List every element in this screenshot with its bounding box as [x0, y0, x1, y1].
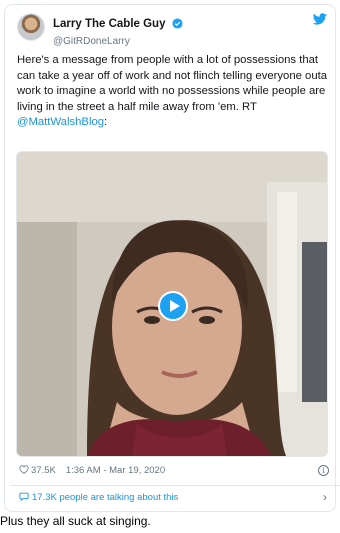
avatar[interactable]: [17, 13, 45, 41]
display-name[interactable]: Larry The Cable Guy: [53, 18, 165, 30]
talking-count: 17.3K people are talking about this: [32, 492, 179, 503]
conversation-link[interactable]: 17.3K people are talking about this ›: [19, 490, 329, 508]
info-icon[interactable]: i: [318, 465, 329, 476]
mention-link[interactable]: @MattWalshBlog: [17, 116, 104, 128]
tweet-text: Here's a message from people with a lot …: [17, 53, 333, 131]
play-icon[interactable]: [158, 291, 188, 321]
tweet-text-body: Here's a message from people with a lot …: [17, 54, 328, 113]
video-player[interactable]: [16, 151, 328, 457]
divider: [10, 485, 340, 486]
verified-badge-icon: [172, 18, 183, 29]
tweet-header: Larry The Cable Guy @GitRDoneLarry: [15, 13, 327, 47]
author-names: Larry The Cable Guy @GitRDoneLarry: [53, 15, 183, 47]
twitter-bird-icon[interactable]: [313, 13, 327, 25]
handle[interactable]: @GitRDoneLarry: [53, 36, 183, 47]
speech-bubble-icon: [19, 492, 29, 501]
caption: Plus they all suck at singing.: [0, 514, 151, 528]
tweet-card[interactable]: Larry The Cable Guy @GitRDoneLarry Here'…: [4, 4, 340, 512]
chevron-right-icon: ›: [323, 490, 327, 504]
tweet-meta: 37.5K 1:36 AM - Mar 19, 2020 i: [19, 465, 329, 479]
heart-icon[interactable]: [19, 465, 29, 474]
timestamp[interactable]: 1:36 AM - Mar 19, 2020: [66, 465, 165, 476]
tweet-text-end: :: [104, 116, 108, 128]
like-count[interactable]: 37.5K: [31, 465, 56, 476]
